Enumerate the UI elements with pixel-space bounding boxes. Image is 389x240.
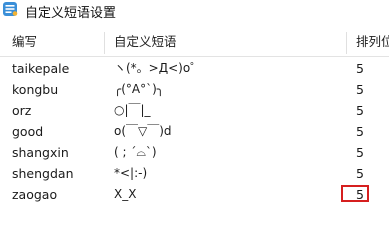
- code-cell: good: [12, 124, 44, 139]
- column-header-phrase[interactable]: 自定义短语: [114, 28, 338, 56]
- code-cell: shengdan: [12, 166, 74, 181]
- order-cell: 5: [356, 61, 364, 76]
- phrase-cell: *<|:-): [114, 166, 148, 180]
- order-cell: 5: [356, 82, 364, 97]
- table-row[interactable]: shangxin ( ; ´⌓`) 5: [0, 142, 389, 163]
- phrase-cell: ╭(°A°`)╮: [114, 82, 165, 96]
- column-divider[interactable]: [104, 32, 105, 54]
- order-cell[interactable]: 5: [356, 184, 364, 205]
- table-row[interactable]: shengdan *<|:-) 5: [0, 163, 389, 184]
- code-cell: shangxin: [12, 145, 69, 160]
- phrase-cell: ( ; ´⌓`): [114, 145, 157, 159]
- column-divider[interactable]: [346, 32, 347, 54]
- order-cell: 5: [356, 166, 364, 181]
- table-row[interactable]: good o(￣▽￣)d 5: [0, 121, 389, 142]
- order-cell: 5: [356, 103, 364, 118]
- phrase-table: 编写 自定义短语 排列位 taikepale ヽ(*。>Д<)o゜ 5 kong…: [0, 28, 389, 208]
- table-header: 编写 自定义短语 排列位: [0, 28, 389, 57]
- window-title: 自定义短语设置: [25, 6, 117, 21]
- code-cell: orz: [12, 103, 32, 118]
- title-bar: 自定义短语设置: [0, 0, 389, 28]
- code-cell: taikepale: [12, 61, 70, 76]
- code-cell: kongbu: [12, 82, 59, 97]
- table-row[interactable]: taikepale ヽ(*。>Д<)o゜ 5: [0, 58, 389, 79]
- column-header-code[interactable]: 编写: [12, 28, 100, 56]
- order-cell: 5: [356, 145, 364, 160]
- code-cell: zaogao: [12, 187, 58, 202]
- highlight-box: [341, 185, 369, 202]
- table-row[interactable]: zaogao X_X 5: [0, 184, 389, 205]
- phrase-cell: ヽ(*。>Д<)o゜: [114, 61, 203, 75]
- order-cell: 5: [356, 124, 364, 139]
- column-header-order[interactable]: 排列位: [356, 28, 389, 56]
- phrase-cell: X_X: [114, 187, 137, 201]
- phrase-cell: ○|￣|_: [114, 103, 151, 117]
- table-row[interactable]: kongbu ╭(°A°`)╮ 5: [0, 79, 389, 100]
- app-icon: [3, 2, 18, 16]
- phrase-cell: o(￣▽￣)d: [114, 124, 172, 138]
- table-row[interactable]: orz ○|￣|_ 5: [0, 100, 389, 121]
